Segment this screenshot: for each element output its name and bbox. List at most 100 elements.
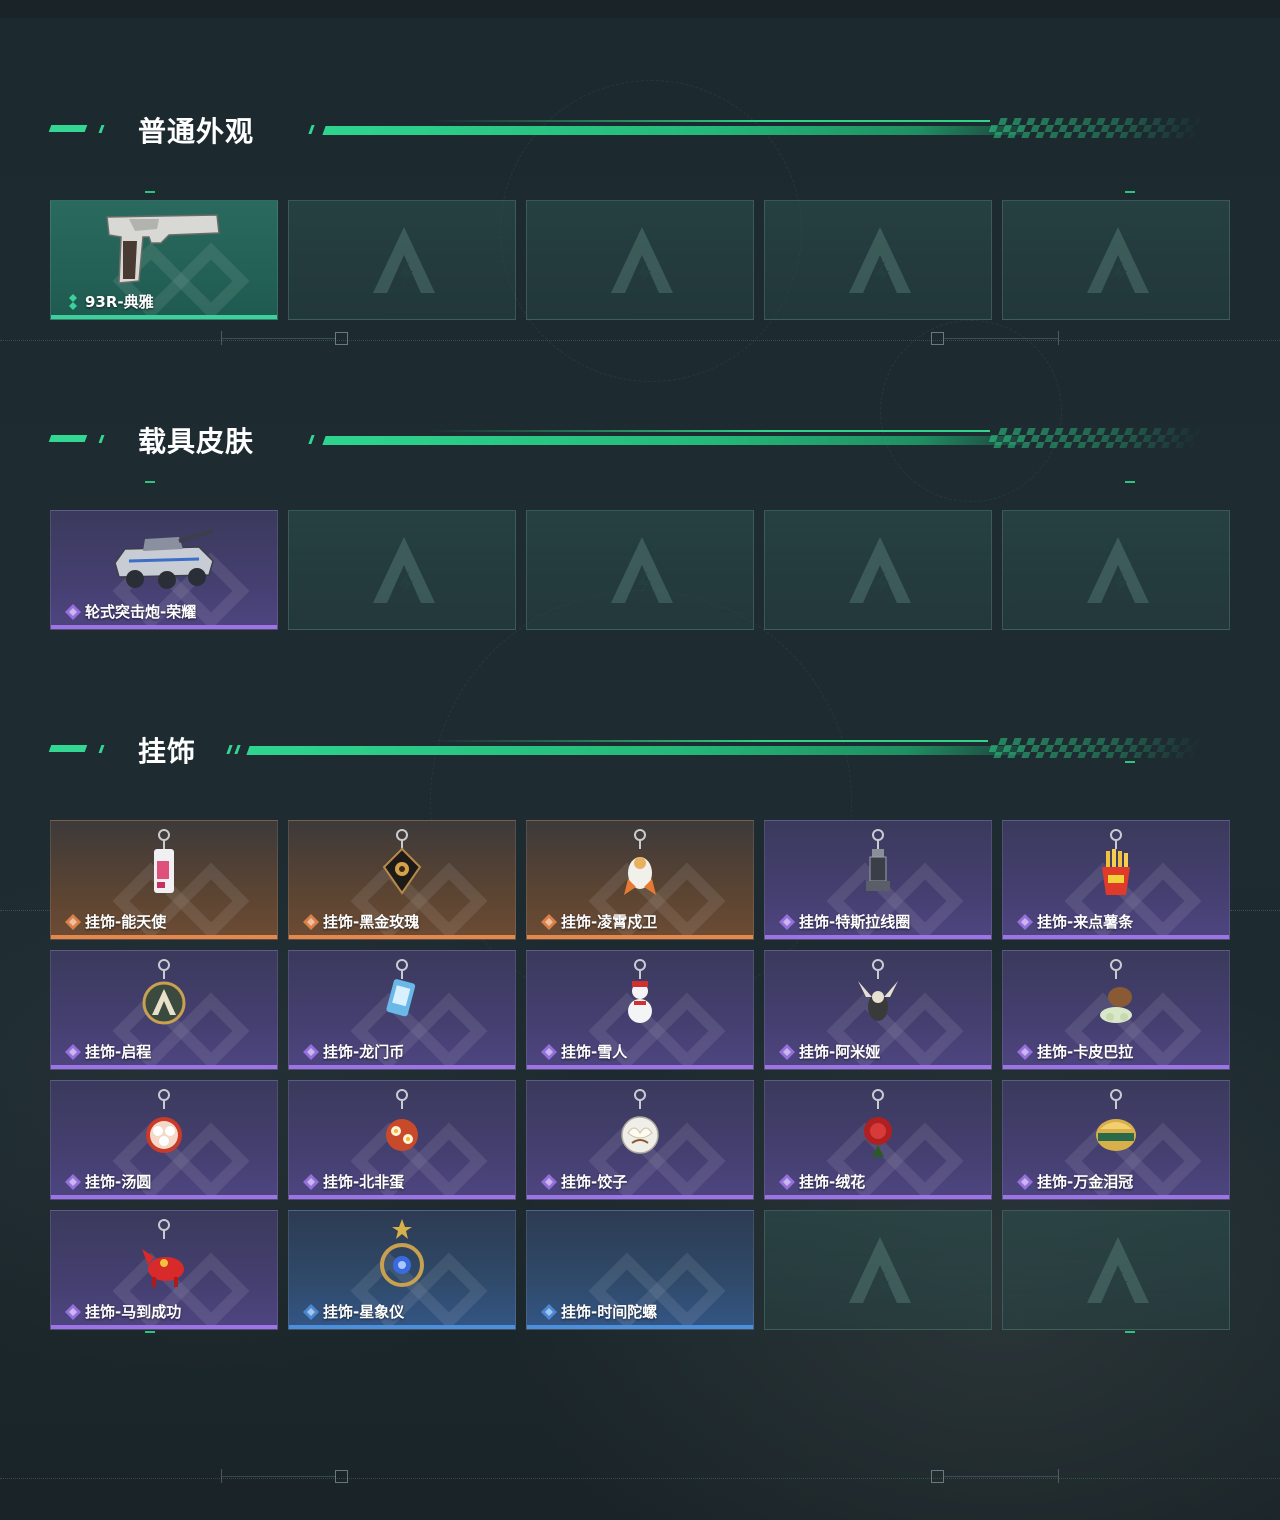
rarity-underline (527, 1325, 753, 1329)
rarity-underline (1003, 935, 1229, 939)
empty-slot (288, 200, 516, 320)
item-label: 挂饰-饺子 (541, 1171, 627, 1192)
rarity-icon (779, 1173, 795, 1190)
item-card[interactable]: 挂饰-饺子 (526, 1080, 754, 1200)
item-card[interactable]: 93R-典雅 (50, 200, 278, 320)
rarity-icon (65, 603, 81, 620)
hud-dotted-line (0, 910, 50, 912)
rarity-icon (303, 1303, 319, 1320)
hud-box (931, 1470, 944, 1483)
hud-dotted-line (1230, 910, 1280, 912)
rarity-icon (1017, 1043, 1033, 1060)
section-header-vehicle: 载具皮肤 (48, 418, 1210, 458)
empty-slot (1002, 200, 1230, 320)
item-card[interactable]: 挂饰-北非蛋 (288, 1080, 516, 1200)
horse-charm-icon (134, 1217, 194, 1301)
rarity-underline (1003, 1065, 1229, 1069)
angel-charm-icon (134, 827, 194, 911)
placeholder-logo-icon (1085, 225, 1151, 295)
item-name: 轮式突击炮-荣耀 (85, 603, 197, 621)
item-card[interactable]: 挂饰-龙门币 (288, 950, 516, 1070)
item-name: 挂饰-汤圆 (85, 1173, 152, 1191)
placeholder-logo-icon (847, 1235, 913, 1305)
armored-vehicle-icon (109, 517, 219, 601)
header-bar (226, 736, 1204, 760)
guard-charm-icon (610, 827, 670, 911)
rarity-underline (765, 935, 991, 939)
hud-marker (145, 191, 155, 193)
item-label: 挂饰-阿米娅 (779, 1041, 880, 1062)
rabbit-charm-icon (848, 957, 908, 1041)
capybara-charm-icon (1086, 957, 1146, 1041)
hud-line (222, 338, 336, 339)
section-title: 挂饰 (138, 735, 197, 768)
grid-normal: 93R-典雅 (50, 200, 1230, 320)
hud-circle (880, 320, 1062, 502)
rarity-icon (303, 1043, 319, 1060)
empty-slot (1002, 1210, 1230, 1330)
item-name: 挂饰-卡皮巴拉 (1037, 1043, 1134, 1061)
section-title: 普通外观 (138, 115, 255, 148)
item-card[interactable]: 挂饰-特斯拉线圈 (764, 820, 992, 940)
item-label: 挂饰-北非蛋 (303, 1171, 404, 1192)
item-card[interactable]: 挂饰-雪人 (526, 950, 754, 1070)
placeholder-logo-icon (847, 225, 913, 295)
item-label: 轮式突击炮-荣耀 (65, 601, 196, 622)
rarity-icon (65, 1173, 81, 1190)
item-name: 挂饰-启程 (85, 1043, 152, 1061)
item-label: 挂饰-汤圆 (65, 1171, 151, 1192)
rarity-icon (541, 1303, 557, 1320)
rarity-underline (289, 1195, 515, 1199)
item-label: 挂饰-绒花 (779, 1171, 865, 1192)
item-card[interactable]: 轮式突击炮-荣耀 (50, 510, 278, 630)
item-card[interactable]: 挂饰-来点薯条 (1002, 820, 1230, 940)
item-label: 挂饰-能天使 (65, 911, 166, 932)
item-label: 93R-典雅 (65, 291, 154, 312)
top-strip (0, 0, 1280, 18)
item-card[interactable]: 挂饰-时间陀螺 (526, 1210, 754, 1330)
item-name: 挂饰-北非蛋 (323, 1173, 405, 1191)
rarity-underline (51, 935, 277, 939)
hud-marker (1125, 1331, 1135, 1333)
item-name: 挂饰-时间陀螺 (561, 1303, 658, 1321)
empty-slot (288, 510, 516, 630)
item-name: 挂饰-凌霄戍卫 (561, 913, 658, 931)
placeholder-logo-icon (609, 225, 675, 295)
hud-marker (145, 481, 155, 483)
item-name: 挂饰-能天使 (85, 913, 167, 931)
item-card[interactable]: 挂饰-绒花 (764, 1080, 992, 1200)
item-card[interactable]: 挂饰-马到成功 (50, 1210, 278, 1330)
hud-tick (1058, 1469, 1059, 1483)
rarity-underline (527, 935, 753, 939)
emblem-charm-icon (134, 957, 194, 1041)
rarity-underline (51, 1325, 277, 1329)
placeholder-logo-icon (371, 535, 437, 605)
item-card[interactable]: 挂饰-凌霄戍卫 (526, 820, 754, 940)
item-card[interactable]: 挂饰-汤圆 (50, 1080, 278, 1200)
item-card[interactable]: 挂饰-阿米娅 (764, 950, 992, 1070)
section-header-charms: 挂饰 (48, 728, 1210, 768)
item-card[interactable]: 挂饰-黑金玫瑰 (288, 820, 516, 940)
hud-marker (145, 1331, 155, 1333)
item-card[interactable]: 挂饰-启程 (50, 950, 278, 1070)
empty-slot (764, 200, 992, 320)
rarity-icon (65, 1303, 81, 1320)
rarity-icon (1017, 913, 1033, 930)
hud-marker (1125, 191, 1135, 193)
item-card[interactable]: 挂饰-星象仪 (288, 1210, 516, 1330)
rarity-icon (65, 913, 81, 930)
item-label: 挂饰-马到成功 (65, 1301, 181, 1322)
item-card[interactable]: 挂饰-万金泪冠 (1002, 1080, 1230, 1200)
tangyuan-charm-icon (134, 1087, 194, 1171)
item-name: 挂饰-星象仪 (323, 1303, 405, 1321)
item-card[interactable]: 挂饰-能天使 (50, 820, 278, 940)
section-title: 载具皮肤 (138, 425, 255, 458)
item-card[interactable]: 挂饰-卡皮巴拉 (1002, 950, 1230, 1070)
header-dash (48, 125, 88, 132)
header-bar (308, 426, 1204, 450)
rarity-underline (289, 1325, 515, 1329)
rarity-icon (779, 1043, 795, 1060)
astrolabe-charm-icon (372, 1217, 432, 1301)
coin-card-charm-icon (372, 957, 432, 1041)
item-name: 挂饰-特斯拉线圈 (799, 913, 911, 931)
